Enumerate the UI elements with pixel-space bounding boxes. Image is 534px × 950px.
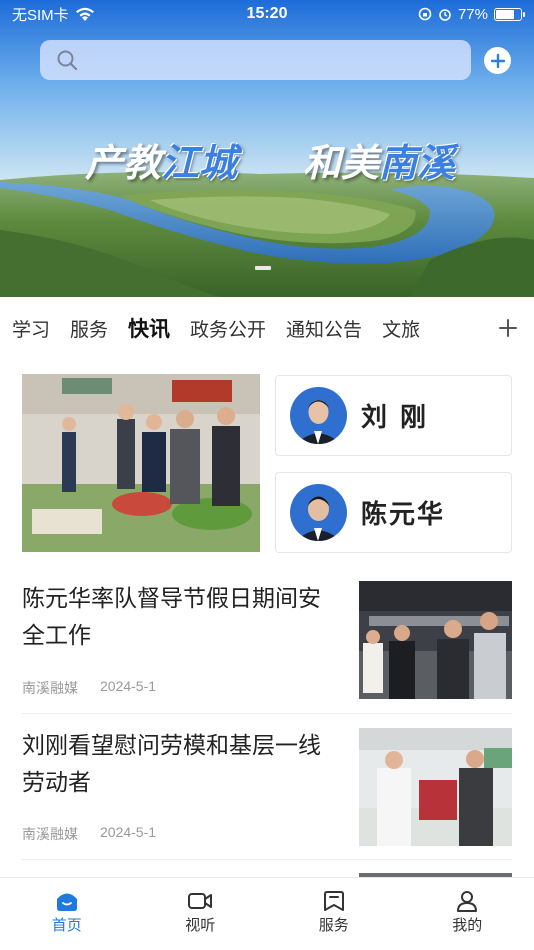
slogan-left-b: 江城 [161, 140, 238, 185]
list-divider [22, 859, 512, 860]
orientation-lock-icon [418, 7, 432, 21]
news-source: 南溪融媒 [22, 680, 78, 696]
banner-slogan: 产教江城 和美南溪 [85, 132, 455, 187]
leader-portrait-image [290, 387, 347, 444]
search-input[interactable] [40, 40, 471, 80]
plus-icon [490, 53, 505, 68]
news-title: 陈元华率队督导节假日期间安全工作 [22, 586, 321, 649]
list-item[interactable]: 刘刚看望慰问劳模和基层一线劳动者 南溪融媒 2024-5-1 [22, 728, 512, 846]
featured-news-image[interactable] [22, 374, 260, 552]
video-icon [188, 893, 213, 909]
nav-home[interactable]: 首页 [0, 878, 134, 950]
news-meta: 南溪融媒 2024-5-1 [22, 824, 156, 844]
carrier-label: 无SIM卡 [12, 6, 69, 24]
news-title: 刘刚看望慰问劳模和基层一线劳动者 [22, 733, 321, 796]
news-photo-image [359, 728, 512, 846]
featured-photo-illustration [22, 374, 260, 552]
nav-video[interactable]: 视听 [134, 878, 268, 950]
tab-notices[interactable]: 通知公告 [286, 315, 362, 342]
tab-study[interactable]: 学习 [12, 315, 50, 342]
slogan-left-a: 产教 [85, 140, 162, 185]
battery-percent: 77% [457, 5, 488, 23]
bottom-tab-bar: 首页 视听 服务 我的 [0, 877, 534, 950]
news-source: 南溪融媒 [22, 826, 78, 842]
status-time: 15:20 [246, 5, 288, 22]
wifi-icon [75, 7, 94, 21]
list-item[interactable]: 陈元华率队督导节假日期间安全工作 南溪融媒 2024-5-1 [22, 581, 512, 699]
battery-icon [494, 7, 525, 21]
avatar [290, 484, 347, 541]
category-tabs: 学习 服务 快讯 政务公开 通知公告 文旅 [0, 297, 534, 359]
tab-manage-button[interactable] [482, 297, 534, 359]
tab-news-flash[interactable]: 快讯 [128, 313, 170, 343]
nav-label: 服务 [318, 916, 349, 934]
news-date: 2024-5-1 [100, 824, 157, 840]
tab-service[interactable]: 服务 [70, 315, 108, 342]
slogan-right-b: 南溪 [378, 140, 455, 185]
slogan-left: 产教江城 [85, 132, 237, 187]
nav-label: 视听 [185, 916, 216, 934]
user-icon [457, 891, 478, 912]
leader-card-liu-gang[interactable]: 刘 刚 [275, 375, 512, 456]
leader-card-chen-yuanhua[interactable]: 陈元华 [275, 472, 512, 553]
list-divider [22, 713, 512, 714]
search-icon [57, 50, 78, 71]
news-thumbnail [359, 728, 512, 846]
status-bar: 无SIM卡 15:20 77% [0, 0, 534, 28]
news-photo-image [359, 581, 512, 699]
tab-government-affairs[interactable]: 政务公开 [190, 315, 266, 342]
plus-icon [499, 319, 517, 337]
news-thumbnail [359, 581, 512, 699]
leader-name: 陈元华 [361, 500, 446, 530]
news-meta: 南溪融媒 2024-5-1 [22, 678, 156, 698]
avatar [290, 387, 347, 444]
alarm-icon [439, 9, 451, 21]
leader-name: 刘 刚 [361, 403, 429, 433]
add-button[interactable] [484, 47, 511, 74]
nav-label: 我的 [452, 916, 483, 934]
tab-culture-tourism[interactable]: 文旅 [382, 315, 420, 342]
nav-profile[interactable]: 我的 [401, 878, 534, 950]
nav-label: 首页 [51, 916, 82, 934]
leader-portrait-image [290, 484, 347, 541]
news-date: 2024-5-1 [100, 678, 157, 694]
home-icon [56, 893, 77, 911]
bookmark-icon [323, 891, 344, 911]
slogan-right: 和美南溪 [303, 132, 455, 187]
slogan-right-a: 和美 [302, 140, 379, 185]
hero-banner[interactable]: 无SIM卡 15:20 77% 产教江城 和美南溪 [0, 0, 534, 297]
nav-service[interactable]: 服务 [267, 878, 401, 950]
